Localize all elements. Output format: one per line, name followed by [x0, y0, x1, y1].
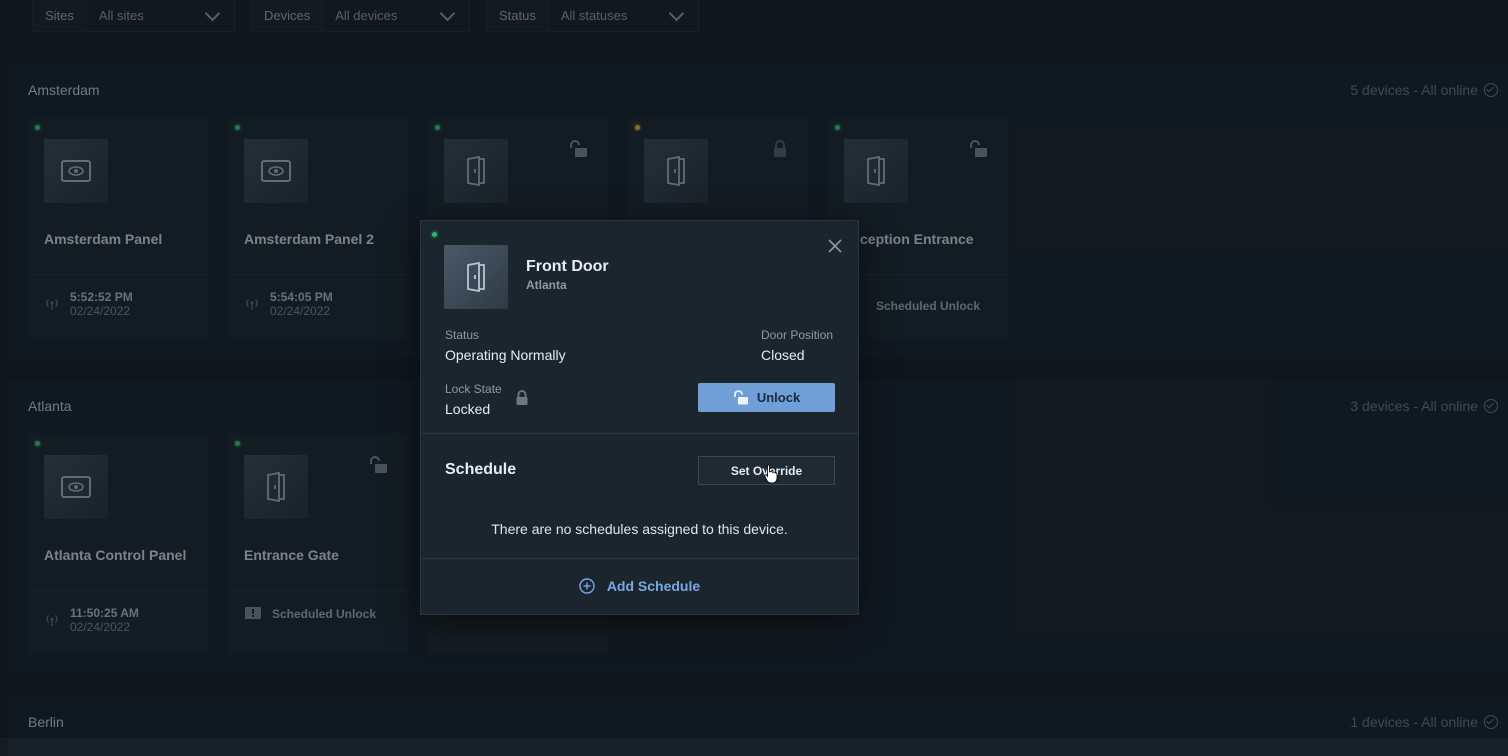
hand-cursor-icon	[764, 464, 778, 484]
close-icon[interactable]	[828, 239, 842, 253]
divider	[421, 433, 858, 434]
plus-circle-icon	[579, 578, 595, 594]
status-value: Operating Normally	[445, 347, 566, 363]
device-detail-modal: Front Door Atlanta Status Operating Norm…	[420, 220, 859, 615]
device-site: Atlanta	[526, 278, 567, 292]
schedule-title: Schedule	[445, 461, 517, 478]
door-position-value: Closed	[761, 347, 805, 363]
device-title: Front Door	[526, 258, 609, 275]
unlocked-icon	[733, 390, 748, 405]
add-schedule-button[interactable]: Add Schedule	[421, 578, 858, 594]
divider	[421, 558, 858, 559]
lock-icon	[516, 390, 528, 405]
unlock-button[interactable]: Unlock	[698, 383, 835, 412]
status-label: Status	[445, 328, 480, 342]
lock-state-value: Locked	[445, 401, 491, 417]
add-schedule-label: Add Schedule	[606, 578, 701, 594]
online-indicator	[432, 232, 437, 237]
door-position-label: Door Position	[761, 328, 834, 342]
unlock-label: Unlock	[756, 390, 801, 405]
lock-state-label: Lock State	[445, 382, 502, 396]
door-icon	[444, 245, 508, 309]
empty-schedule-message: There are no schedules assigned to this …	[491, 521, 788, 537]
